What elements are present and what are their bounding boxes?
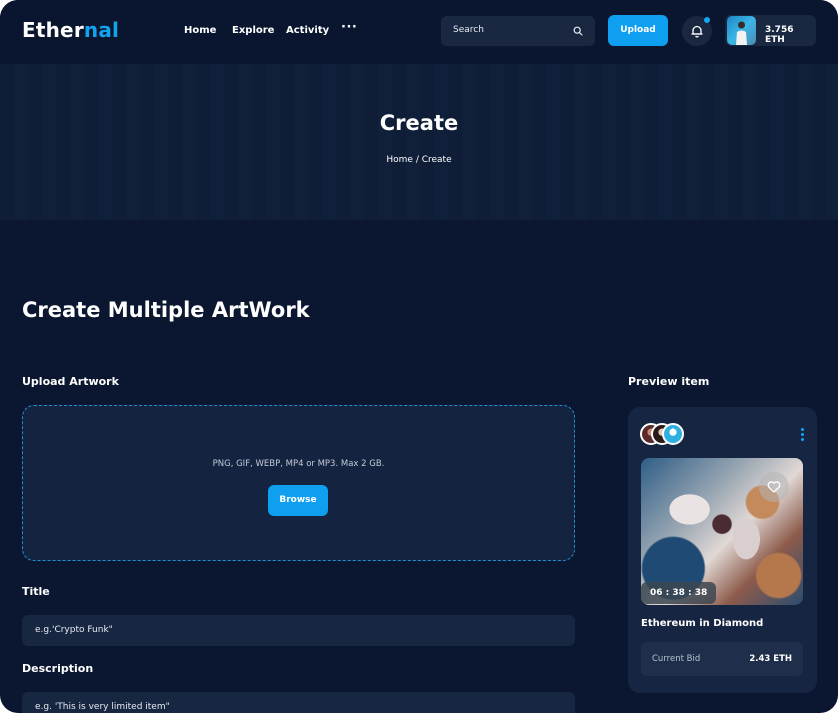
notifications-button[interactable] — [682, 16, 712, 46]
app-window: Ethernal Home Explore Activity ··· Searc… — [0, 0, 838, 713]
nav-home[interactable]: Home — [184, 25, 216, 36]
wallet-balance: 3.756 ETH — [765, 25, 794, 45]
breadcrumb[interactable]: Home / Create — [0, 155, 838, 165]
bid-label: Current Bid — [652, 654, 701, 664]
title-input[interactable]: e.g.'Crypto Funk" — [22, 615, 575, 646]
logo-text-accent: nal — [83, 18, 120, 42]
preview-item-label: Preview item — [628, 375, 710, 388]
page-title: Create — [379, 111, 459, 135]
nav-explore[interactable]: Explore — [232, 25, 274, 36]
logo-text-primary: Ether — [22, 18, 84, 42]
owner-avatars — [640, 423, 690, 445]
page-hero: Create Home / Create — [0, 64, 838, 220]
description-input[interactable]: e.g. 'This is very limited item" — [22, 692, 575, 713]
countdown-timer: 06 : 38 : 38 — [641, 582, 717, 604]
upload-hint: PNG, GIF, WEBP, MP4 or MP3. Max 2 GB. — [212, 459, 385, 469]
bid-value: 2.43 ETH — [749, 654, 792, 664]
search-input[interactable]: Search — [453, 25, 484, 35]
current-bid-box: Current Bid 2.43 ETH — [641, 642, 803, 676]
upload-artwork-label: Upload Artwork — [22, 375, 119, 388]
browse-button[interactable]: Browse — [268, 485, 328, 516]
like-button[interactable] — [759, 472, 789, 502]
wallet-chip[interactable]: 3.756 ETH — [725, 15, 816, 46]
avatar[interactable] — [727, 16, 756, 45]
search-icon[interactable] — [573, 26, 583, 36]
avatar-person-icon — [736, 21, 747, 45]
notification-dot — [704, 17, 710, 23]
top-header: Ethernal Home Explore Activity ··· Searc… — [0, 0, 838, 64]
search-box[interactable]: Search — [441, 16, 595, 46]
nav-activity[interactable]: Activity — [286, 25, 329, 36]
upload-dropzone[interactable]: PNG, GIF, WEBP, MP4 or MP3. Max 2 GB. Br… — [22, 405, 575, 561]
upload-button[interactable]: Upload — [608, 15, 668, 46]
avatar[interactable] — [662, 423, 684, 445]
brand-logo[interactable]: Ethernal — [22, 18, 119, 42]
kebab-menu-icon[interactable] — [801, 428, 805, 443]
bell-icon — [691, 25, 703, 38]
preview-card: 06 : 38 : 38 Ethereum in Diamond Current… — [628, 407, 817, 693]
nav-more-menu[interactable]: ··· — [341, 20, 357, 35]
artwork-preview-image: 06 : 38 : 38 — [641, 458, 803, 605]
heart-icon — [767, 481, 781, 493]
description-label: Description — [22, 662, 94, 675]
title-label: Title — [22, 585, 50, 598]
section-title: Create Multiple ArtWork — [22, 298, 310, 322]
item-name[interactable]: Ethereum in Diamond — [641, 618, 763, 629]
